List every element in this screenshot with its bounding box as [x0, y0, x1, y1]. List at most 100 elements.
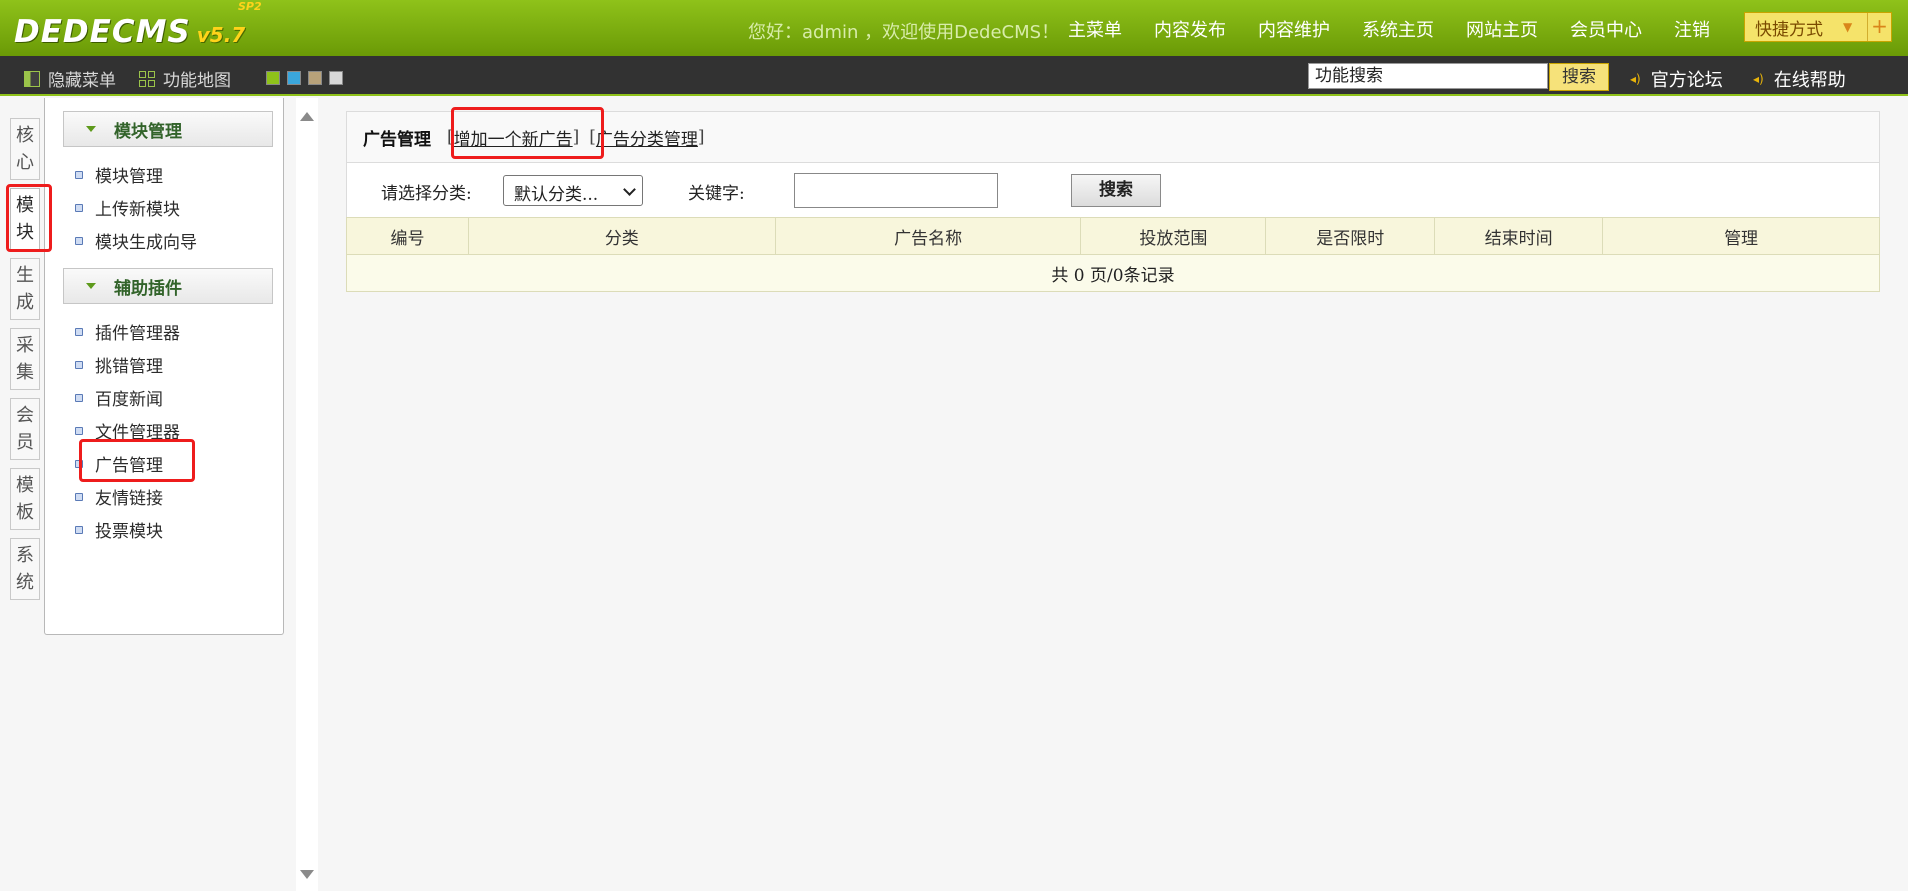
side-tab-char: 心	[16, 152, 34, 173]
scroll-up-icon[interactable]	[300, 112, 314, 121]
menu-item-error-report[interactable]: 挑错管理	[75, 352, 163, 377]
keyword-label: 关键字:	[688, 184, 745, 204]
menu-group-title: 辅助插件	[114, 278, 182, 299]
side-tab-system[interactable]: 系 统	[10, 538, 40, 600]
menu-item-label: 插件管理器	[95, 324, 180, 344]
menu-item-vote-module[interactable]: 投票模块	[75, 517, 163, 542]
signal-icon: ◂)	[1753, 72, 1764, 86]
nav-system-home[interactable]: 系统主页	[1362, 16, 1434, 42]
scroll-down-icon[interactable]	[300, 870, 314, 879]
nav-logout[interactable]: 注销	[1674, 16, 1710, 42]
nav-site-home[interactable]: 网站主页	[1466, 16, 1538, 42]
menu-scroll-gutter	[296, 98, 318, 891]
side-tab-char: 会	[16, 405, 34, 426]
bullet-icon	[75, 525, 83, 534]
menu-item-module-wizard[interactable]: 模块生成向导	[75, 228, 197, 253]
function-search-input[interactable]: 功能搜索	[1308, 63, 1548, 89]
menu-item-label: 挑错管理	[95, 357, 163, 377]
skin-blue-swatch[interactable]	[287, 71, 301, 85]
bullet-icon	[75, 236, 83, 245]
logo-text: DEDECMS	[14, 14, 191, 50]
pagination-summary: 共 0 页/0条记录	[346, 254, 1880, 292]
col-header-ad-name: 广告名称	[774, 217, 1082, 255]
category-label: 请选择分类:	[381, 184, 472, 204]
add-new-ad-link[interactable]: 增加一个新广告	[454, 125, 573, 150]
side-tab-char: 统	[16, 572, 34, 593]
nav-main-menu[interactable]: 主菜单	[1068, 16, 1122, 42]
menu-item-ad-manage[interactable]: 广告管理	[75, 451, 163, 476]
caret-down-icon	[86, 283, 96, 289]
caret-down-icon	[86, 126, 96, 132]
chevron-down-icon	[623, 183, 636, 196]
side-tab-bar: 核 心 模 块 生 成 采 集 会 员 模 板 系 统	[10, 118, 40, 608]
signal-icon: ◂)	[1630, 72, 1641, 86]
bullet-icon	[75, 327, 83, 336]
nav-content-maintain[interactable]: 内容维护	[1258, 16, 1330, 42]
skin-green-swatch[interactable]	[266, 71, 280, 85]
menu-item-module-manage[interactable]: 模块管理	[75, 162, 163, 187]
official-forum-label: 官方论坛	[1650, 70, 1723, 91]
category-select[interactable]: 默认分类...	[503, 175, 643, 206]
hide-menu-label: 隐藏菜单	[48, 71, 116, 91]
table-header-row: 编号 分类 广告名称 投放范围 是否限时 结束时间 管理	[346, 217, 1880, 255]
side-tab-module[interactable]: 模 块	[10, 188, 40, 250]
menu-item-friend-links[interactable]: 友情链接	[75, 484, 163, 509]
hide-menu-button[interactable]: 隐藏菜单	[24, 66, 116, 91]
bracket: ]	[697, 127, 705, 147]
side-tab-char: 模	[16, 195, 34, 216]
menu-item-baidu-news[interactable]: 百度新闻	[75, 385, 163, 410]
side-tab-member[interactable]: 会 员	[10, 398, 40, 460]
add-shortcut-button[interactable]: +	[1867, 13, 1891, 41]
filter-row: 请选择分类: 默认分类... 关键字: 搜索	[346, 163, 1880, 217]
chevron-down-icon: ▼	[1843, 20, 1853, 34]
menu-group-title: 模块管理	[114, 121, 182, 142]
function-map-button[interactable]: 功能地图	[139, 66, 231, 91]
online-help-link[interactable]: ◂) 在线帮助	[1753, 66, 1846, 92]
bracket: [	[589, 127, 596, 147]
function-map-label: 功能地图	[163, 71, 231, 91]
menu-item-plugin-manager[interactable]: 插件管理器	[75, 319, 180, 344]
hide-menu-icon	[24, 70, 40, 87]
dedecms-logo: DEDECMS v5.7	[14, 10, 245, 50]
side-tab-char: 采	[16, 335, 34, 356]
function-search-button[interactable]: 搜索	[1549, 63, 1609, 91]
official-forum-link[interactable]: ◂) 官方论坛	[1630, 66, 1723, 92]
side-tab-collect[interactable]: 采 集	[10, 328, 40, 390]
col-header-time-limited: 是否限时	[1265, 217, 1436, 255]
page-title: 广告管理	[363, 129, 431, 150]
bullet-icon	[75, 170, 83, 179]
col-header-end-time: 结束时间	[1434, 217, 1604, 255]
bullet-icon	[75, 426, 83, 435]
side-tab-core[interactable]: 核 心	[10, 118, 40, 180]
menu-item-label: 上传新模块	[95, 200, 180, 220]
skin-brown-swatch[interactable]	[308, 71, 322, 85]
bullet-icon	[75, 203, 83, 212]
bullet-icon	[75, 360, 83, 369]
keyword-input[interactable]	[794, 173, 998, 208]
ad-category-manage-link[interactable]: 广告分类管理	[596, 125, 698, 150]
welcome-text: 您好：admin ，欢迎使用DedeCMS！	[748, 22, 1060, 43]
side-tab-char: 块	[16, 222, 34, 243]
menu-group-plugins[interactable]: 辅助插件	[63, 268, 273, 304]
side-tab-char: 核	[16, 125, 34, 146]
side-tab-generate[interactable]: 生 成	[10, 258, 40, 320]
menu-group-module-manage[interactable]: 模块管理	[63, 111, 273, 147]
left-menu-panel: 模块管理 模块管理 上传新模块 模块生成向导 辅助插件 插件管理器 挑错管理 百…	[44, 98, 284, 635]
side-tab-template[interactable]: 模 板	[10, 468, 40, 530]
side-tab-char: 模	[16, 475, 34, 496]
menu-item-file-manager[interactable]: 文件管理器	[75, 418, 180, 443]
search-button[interactable]: 搜索	[1071, 174, 1161, 207]
side-tab-char: 生	[16, 265, 34, 286]
online-help-label: 在线帮助	[1773, 70, 1846, 91]
table-footer-row: 共 0 页/0条记录	[346, 254, 1880, 292]
logo-version: v5.7	[196, 23, 246, 47]
skin-gray-swatch[interactable]	[329, 71, 343, 85]
quick-menu-dropdown[interactable]: 快捷方式 ▼ +	[1744, 12, 1892, 42]
col-header-category: 分类	[467, 217, 776, 255]
category-select-value: 默认分类...	[514, 185, 599, 205]
menu-item-upload-module[interactable]: 上传新模块	[75, 195, 180, 220]
nav-content-publish[interactable]: 内容发布	[1154, 16, 1226, 42]
nav-member-center[interactable]: 会员中心	[1570, 16, 1642, 42]
side-tab-char: 系	[16, 545, 34, 566]
menu-item-label: 模块生成向导	[95, 233, 197, 253]
